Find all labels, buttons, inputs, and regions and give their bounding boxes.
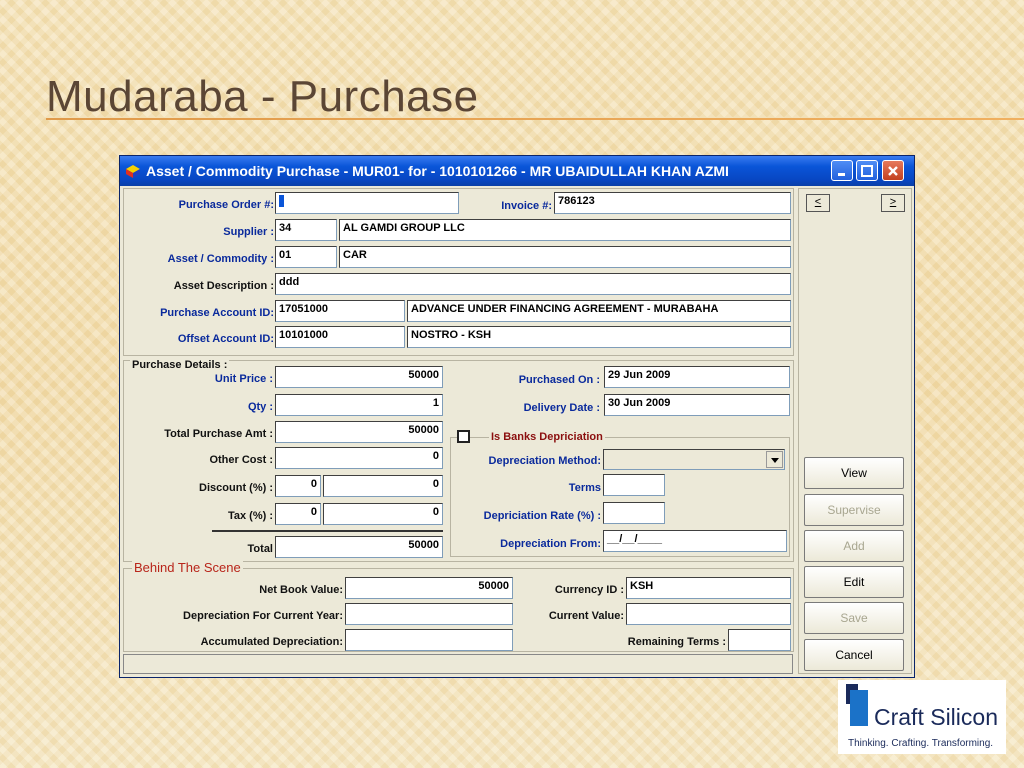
offset-account-name-input[interactable]: NOSTRO - KSH (407, 326, 791, 348)
terms-label: Terms (568, 482, 601, 494)
depreciation-method-select[interactable] (603, 449, 785, 470)
bank-depreciation-checkbox[interactable] (457, 430, 470, 443)
behind-the-scene-title: Behind The Scene (132, 560, 243, 575)
company-logo: Craft Silicon Thinking. Crafting. Transf… (838, 680, 1006, 754)
purchase-details-panel: Purchase Details : Unit Price : 50000 Qt… (123, 359, 794, 562)
asset-code-input[interactable]: 01 (275, 246, 337, 268)
depreciation-current-year-input[interactable] (345, 603, 513, 625)
save-button[interactable]: Save (804, 602, 904, 634)
remaining-terms-input[interactable] (728, 629, 791, 651)
total-separator (212, 530, 443, 532)
previous-record-button[interactable]: < (806, 194, 830, 212)
total-purchase-input[interactable]: 50000 (275, 421, 443, 443)
terms-input[interactable] (603, 474, 665, 496)
depreciation-from-input[interactable]: __/__/____ (603, 530, 787, 552)
purchased-on-label: Purchased On : (518, 374, 600, 386)
other-cost-label: Other Cost : (209, 454, 273, 466)
tax-percent-input[interactable]: 0 (275, 503, 321, 525)
action-panel: < > View Supervise Add Edit Save Cancel (798, 188, 912, 674)
depreciation-group: Is Banks Depriciation Depreciation Metho… (450, 430, 790, 557)
edit-button[interactable]: Edit (804, 566, 904, 598)
tax-label: Tax (%) : (227, 510, 273, 522)
asset-purchase-window: Asset / Commodity Purchase - MUR01- for … (119, 155, 915, 678)
window-title: Asset / Commodity Purchase - MUR01- for … (146, 163, 729, 179)
discount-amount-input[interactable]: 0 (323, 475, 443, 497)
depreciation-rate-input[interactable] (603, 502, 665, 524)
asset-commodity-label: Asset / Commodity : (167, 253, 274, 265)
close-button[interactable] (882, 160, 904, 181)
maximize-icon (861, 165, 873, 177)
supplier-code-input[interactable]: 34 (275, 219, 337, 241)
unit-price-input[interactable]: 50000 (275, 366, 443, 388)
delivery-date-input[interactable]: 30 Jun 2009 (604, 394, 790, 416)
unit-price-label: Unit Price : (214, 373, 273, 385)
discount-label: Discount (%) : (199, 482, 273, 494)
logo-tagline: Thinking. Crafting. Transforming. (848, 738, 994, 749)
header-panel: Purchase Order #: Invoice #: 786123 Supp… (123, 188, 794, 356)
offset-account-label: Offset Account ID: (177, 333, 274, 345)
next-record-button[interactable]: > (881, 194, 905, 212)
purchase-order-input[interactable] (275, 192, 459, 214)
offset-account-id-input[interactable]: 10101000 (275, 326, 405, 348)
view-button[interactable]: View (804, 457, 904, 489)
current-value-label: Current Value: (548, 610, 624, 622)
purchase-order-label: Purchase Order #: (178, 199, 274, 211)
other-cost-input[interactable]: 0 (275, 447, 443, 469)
status-bar (123, 654, 793, 674)
net-book-value-input[interactable]: 50000 (345, 577, 513, 599)
logo-name: Craft Silicon (874, 704, 998, 730)
currency-id-label: Currency ID : (554, 584, 624, 596)
qty-input[interactable]: 1 (275, 394, 443, 416)
total-input[interactable]: 50000 (275, 536, 443, 558)
title-underline (46, 118, 1024, 120)
add-button[interactable]: Add (804, 530, 904, 562)
purchase-details-title: Purchase Details : (130, 359, 230, 371)
slide-title: Mudaraba - Purchase (46, 72, 479, 121)
invoice-input[interactable]: 786123 (554, 192, 791, 214)
accumulated-depreciation-input[interactable] (345, 629, 513, 651)
purchase-account-id-input[interactable]: 17051000 (275, 300, 405, 322)
maximize-button[interactable] (856, 160, 878, 181)
supplier-name-input[interactable]: AL GAMDI GROUP LLC (339, 219, 791, 241)
minimize-icon (838, 173, 845, 176)
chevron-down-icon[interactable] (766, 451, 783, 468)
current-value-input[interactable] (626, 603, 791, 625)
window-titlebar[interactable]: Asset / Commodity Purchase - MUR01- for … (120, 156, 914, 186)
asset-name-input[interactable]: CAR (339, 246, 791, 268)
net-book-value-label: Net Book Value: (259, 584, 343, 596)
depreciation-method-label: Depreciation Method: (488, 455, 601, 467)
qty-label: Qty : (247, 401, 273, 413)
supervise-button[interactable]: Supervise (804, 494, 904, 526)
accumulated-depreciation-label: Accumulated Depreciation: (200, 636, 343, 648)
depreciation-current-year-label: Depreciation For Current Year: (183, 610, 343, 622)
invoice-label: Invoice #: (501, 200, 552, 212)
depreciation-from-label: Depreciation From: (500, 538, 601, 550)
currency-id-input[interactable]: KSH (626, 577, 791, 599)
form-area: Purchase Order #: Invoice #: 786123 Supp… (123, 188, 796, 674)
supplier-label: Supplier : (223, 226, 274, 238)
close-icon (888, 166, 898, 176)
minimize-button[interactable] (831, 160, 853, 181)
purchase-account-name-input[interactable]: ADVANCE UNDER FINANCING AGREEMENT - MURA… (407, 300, 791, 322)
purchased-on-input[interactable]: 29 Jun 2009 (604, 366, 790, 388)
delivery-date-label: Delivery Date : (523, 402, 600, 414)
total-label: Total (247, 543, 273, 555)
tax-amount-input[interactable]: 0 (323, 503, 443, 525)
logo-mark-blue (850, 690, 868, 726)
purchase-account-label: Purchase Account ID: (160, 307, 274, 319)
asset-description-input[interactable]: ddd (275, 273, 791, 295)
depreciation-rate-label: Depriciation Rate (%) : (483, 510, 601, 522)
discount-percent-input[interactable]: 0 (275, 475, 321, 497)
total-purchase-label: Total Purchase Amt : (164, 428, 273, 440)
bank-depreciation-label: Is Banks Depriciation (489, 431, 605, 443)
cancel-button[interactable]: Cancel (804, 639, 904, 671)
remaining-terms-label: Remaining Terms : (627, 636, 726, 648)
app-icon (126, 165, 140, 178)
behind-the-scene-panel: Behind The Scene Net Book Value: 50000 D… (123, 560, 794, 652)
asset-description-label: Asset Description : (173, 280, 274, 292)
